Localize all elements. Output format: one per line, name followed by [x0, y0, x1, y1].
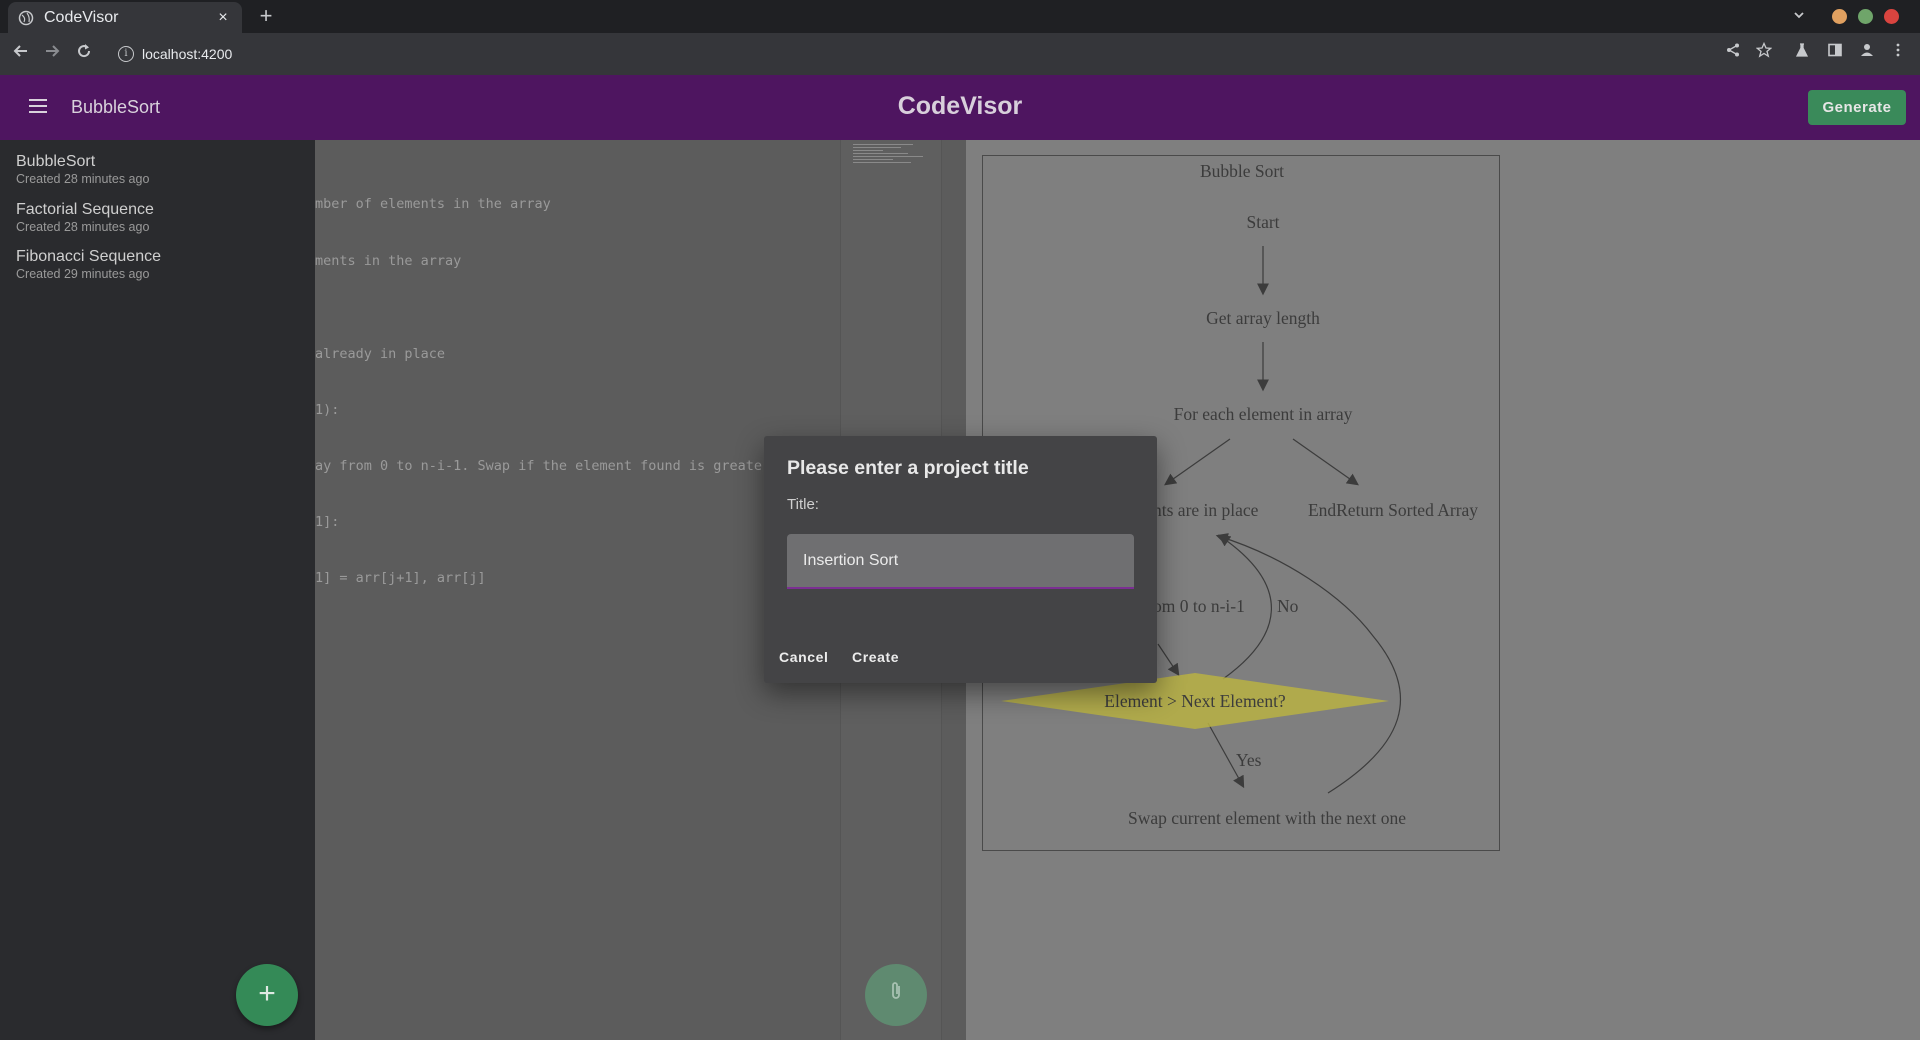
- project-name: Fibonacci Sequence: [16, 248, 161, 265]
- project-created: Created 29 minutes ago: [16, 267, 150, 281]
- app-header: BubbleSort CodeVisor Generate: [0, 75, 1920, 140]
- dialog-title: Please enter a project title: [787, 457, 1029, 479]
- node-start: Start: [1246, 212, 1279, 232]
- project-item[interactable]: Factorial Sequence Created 28 minutes ag…: [16, 201, 154, 234]
- bookmark-star-icon[interactable]: [1752, 41, 1776, 66]
- edge-label-no: No: [1277, 596, 1299, 616]
- node-compare: Element > Next Element?: [1104, 691, 1286, 711]
- code-line: ments in the array: [315, 252, 462, 269]
- edge-label-yes: Yes: [1236, 750, 1262, 770]
- tab-title: CodeVisor: [44, 8, 119, 26]
- node-get-length: Get array length: [1206, 308, 1320, 328]
- browser-tab[interactable]: CodeVisor ×: [8, 2, 242, 33]
- code-line: ay from 0 to n-i-1. Swap if the element …: [315, 458, 836, 475]
- back-arrow-icon[interactable]: [9, 42, 33, 66]
- flowchart-title: Bubble Sort: [1200, 161, 1284, 181]
- edge-foreach-end: [1292, 438, 1359, 486]
- address-bar[interactable]: i localhost:4200: [112, 38, 1722, 70]
- browser-tabstrip: CodeVisor × +: [0, 0, 1920, 33]
- share-icon[interactable]: [1721, 42, 1745, 66]
- side-panel-icon[interactable]: [1823, 42, 1847, 66]
- app-title: CodeVisor: [897, 92, 1023, 120]
- browser-toolbar: i localhost:4200: [0, 33, 1920, 75]
- tab-close-icon[interactable]: ×: [214, 9, 232, 27]
- code-lines: mber of elements in the array ments in t…: [315, 158, 840, 626]
- app-root: CodeVisor × + i localhost:4200 BubbleSor…: [0, 0, 1920, 1040]
- add-project-button[interactable]: +: [236, 964, 298, 1026]
- project-name: Factorial Sequence: [16, 201, 154, 218]
- code-line: 1):: [315, 402, 340, 419]
- globe-icon: [18, 10, 34, 25]
- node-swap: Swap current element with the next one: [1128, 808, 1406, 828]
- project-name: BubbleSort: [16, 153, 96, 170]
- code-line: 1]:: [315, 514, 340, 531]
- new-project-dialog: Please enter a project title Title: Canc…: [764, 436, 1157, 683]
- browser-menu-icon[interactable]: [1886, 42, 1910, 66]
- node-for-each: For each element in array: [1174, 404, 1353, 424]
- generate-button[interactable]: Generate: [1808, 90, 1906, 125]
- new-tab-button[interactable]: +: [254, 4, 278, 28]
- window-minimize-button[interactable]: [1832, 9, 1847, 24]
- hamburger-menu-icon[interactable]: [26, 95, 50, 119]
- node-end-return: EndReturn Sorted Array: [1308, 500, 1478, 520]
- window-maximize-button[interactable]: [1858, 9, 1873, 24]
- code-line: 1] = arr[j+1], arr[j]: [315, 570, 486, 587]
- edge-foreach-inplace: [1164, 438, 1231, 486]
- project-item[interactable]: Fibonacci Sequence Created 29 minutes ag…: [16, 248, 161, 281]
- create-button[interactable]: Create: [852, 649, 899, 665]
- reload-icon[interactable]: [72, 42, 96, 66]
- node-inner-loop: om 0 to n-i-1: [1153, 596, 1245, 616]
- title-input[interactable]: [803, 552, 1118, 570]
- cancel-button[interactable]: Cancel: [779, 649, 829, 665]
- code-line: already in place: [315, 346, 446, 363]
- project-sidebar: BubbleSort Created 28 minutes ago Factor…: [0, 140, 315, 1040]
- profile-icon[interactable]: [1855, 42, 1879, 66]
- window-close-button[interactable]: [1884, 9, 1899, 24]
- project-created: Created 28 minutes ago: [16, 172, 150, 186]
- attach-paperclip-icon[interactable]: [865, 964, 927, 1026]
- forward-arrow-icon[interactable]: [40, 42, 64, 66]
- project-item[interactable]: BubbleSort Created 28 minutes ago: [16, 153, 149, 186]
- title-field[interactable]: [787, 534, 1134, 589]
- tab-search-chevron-icon[interactable]: [1788, 6, 1810, 28]
- labs-flask-icon[interactable]: [1790, 42, 1814, 66]
- node-in-place: nts are in place: [1153, 500, 1259, 520]
- project-created: Created 28 minutes ago: [16, 220, 150, 234]
- current-project-name: BubbleSort: [71, 97, 161, 117]
- site-info-icon[interactable]: i: [118, 46, 134, 62]
- title-label: Title:: [787, 496, 819, 513]
- code-line: mber of elements in the array: [315, 196, 551, 213]
- url-text: localhost:4200: [142, 46, 233, 62]
- edge-inner-compare: [1157, 643, 1180, 676]
